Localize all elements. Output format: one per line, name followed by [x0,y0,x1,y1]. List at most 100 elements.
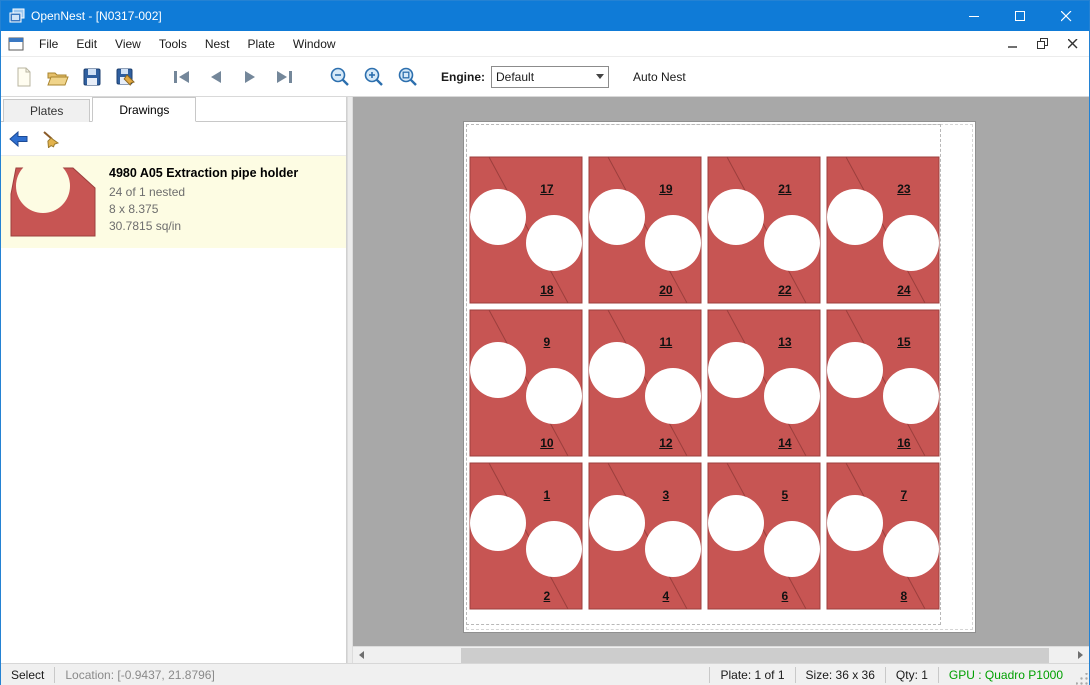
part-number: 5 [782,488,789,502]
save-edit-floppy-icon [115,66,137,88]
pipe-hole-cutout [645,521,701,577]
pipe-hole-cutout [589,495,645,551]
part-number: 11 [660,335,673,349]
prev-arrow-icon [205,69,227,85]
close-button[interactable] [1043,1,1089,31]
nest-grid: 17 18 19 20 21 22 23 24 [468,155,941,611]
next-plate-button[interactable] [235,62,265,92]
nest-pair[interactable]: 21 22 [706,155,822,305]
drawing-nested-count: 24 of 1 nested [109,184,298,201]
new-button[interactable] [9,62,39,92]
menu-item-view[interactable]: View [106,33,150,55]
plate-sheet[interactable]: 17 18 19 20 21 22 23 24 [463,121,976,633]
horizontal-scrollbar[interactable] [353,646,1089,663]
nest-pair[interactable]: 1 2 [468,461,584,611]
part-number: 18 [540,283,553,297]
app-icon [9,8,25,24]
minimize-button[interactable] [951,1,997,31]
part-number: 4 [663,589,670,603]
drawing-area: 30.7815 sq/in [109,218,298,235]
sidebar-tabstrip: Plates Drawings [1,97,346,122]
maximize-button[interactable] [997,1,1043,31]
nest-pair[interactable]: 15 16 [825,308,941,458]
menu-item-plate[interactable]: Plate [239,33,284,55]
open-folder-icon [46,66,70,88]
first-plate-button[interactable] [167,62,197,92]
scroll-right-arrow-icon[interactable] [1072,647,1089,663]
nest-pair[interactable]: 17 18 [468,155,584,305]
menu-item-nest[interactable]: Nest [196,33,239,55]
mdi-restore-button[interactable] [1029,33,1057,55]
pipe-hole-cutout [708,495,764,551]
send-to-nest-button[interactable] [5,126,33,152]
pipe-hole-cutout [764,521,820,577]
zoom-fit-button[interactable] [393,62,423,92]
tab-plates[interactable]: Plates [3,99,90,122]
pipe-hole-cutout [883,215,939,271]
status-plate: Plate: 1 of 1 [710,664,794,685]
prev-plate-button[interactable] [201,62,231,92]
next-arrow-icon [239,69,261,85]
nest-pair[interactable]: 11 12 [587,308,703,458]
broom-icon [41,130,61,148]
status-mode: Select [1,664,54,685]
mdi-minimize-button[interactable] [999,33,1027,55]
first-arrow-icon [171,69,193,85]
zoom-out-magnifier-icon [329,66,351,88]
sidebar: Plates Drawings 4980 A05 Extra [1,97,347,663]
part-number: 21 [778,182,791,196]
menu-bar: File Edit View Tools Nest Plate Window [1,31,1089,57]
main-toolbar: Engine: Default Auto Nest [1,57,1089,97]
nest-pair[interactable]: 13 14 [706,308,822,458]
part-number: 7 [901,488,908,502]
pipe-hole-cutout [827,342,883,398]
blue-back-arrow-icon [9,131,29,147]
zoom-fit-magnifier-icon [397,66,419,88]
menu-item-edit[interactable]: Edit [67,33,106,55]
chevron-down-icon [596,74,604,79]
scrollbar-thumb[interactable] [461,648,1049,663]
last-plate-button[interactable] [269,62,299,92]
engine-label: Engine: [441,70,485,84]
nest-pair[interactable]: 7 8 [825,461,941,611]
pipe-hole-cutout [470,189,526,245]
mdi-child-icon [8,36,24,52]
nest-pair[interactable]: 5 6 [706,461,822,611]
tab-drawings[interactable]: Drawings [92,97,196,122]
open-button[interactable] [43,62,73,92]
zoom-out-button[interactable] [325,62,355,92]
part-number: 20 [659,283,672,297]
title-bar[interactable]: OpenNest - [N0317-002] [1,1,1089,31]
pipe-hole-cutout [764,215,820,271]
nest-canvas[interactable]: 17 18 19 20 21 22 23 24 [353,97,1089,663]
clear-drawings-button[interactable] [37,126,65,152]
pipe-hole-cutout [526,215,582,271]
auto-nest-button[interactable]: Auto Nest [625,65,694,89]
status-size: Size: 36 x 36 [796,664,885,685]
drawing-list-item[interactable]: 4980 A05 Extraction pipe holder 24 of 1 … [1,156,346,248]
nest-pair[interactable]: 23 24 [825,155,941,305]
menu-item-file[interactable]: File [30,33,67,55]
nest-pair[interactable]: 9 10 [468,308,584,458]
engine-select[interactable]: Default [491,66,609,88]
pipe-hole-cutout [645,215,701,271]
part-number: 12 [659,436,672,450]
zoom-in-button[interactable] [359,62,389,92]
engine-value: Default [496,70,592,84]
pipe-hole-cutout [883,521,939,577]
menu-item-tools[interactable]: Tools [150,33,196,55]
mdi-close-button[interactable] [1059,33,1087,55]
pipe-hole-cutout [526,521,582,577]
nest-pair[interactable]: 3 4 [587,461,703,611]
part-thumbnail [7,164,99,240]
pipe-hole-cutout [589,189,645,245]
scroll-left-arrow-icon[interactable] [353,647,370,663]
save-button[interactable] [77,62,107,92]
nest-pair[interactable]: 19 20 [587,155,703,305]
pipe-hole-cutout [589,342,645,398]
pipe-hole-cutout [827,495,883,551]
part-number: 16 [897,436,910,450]
save-nest-button[interactable] [111,62,141,92]
resize-grip[interactable] [1073,664,1089,685]
menu-item-window[interactable]: Window [284,33,345,55]
